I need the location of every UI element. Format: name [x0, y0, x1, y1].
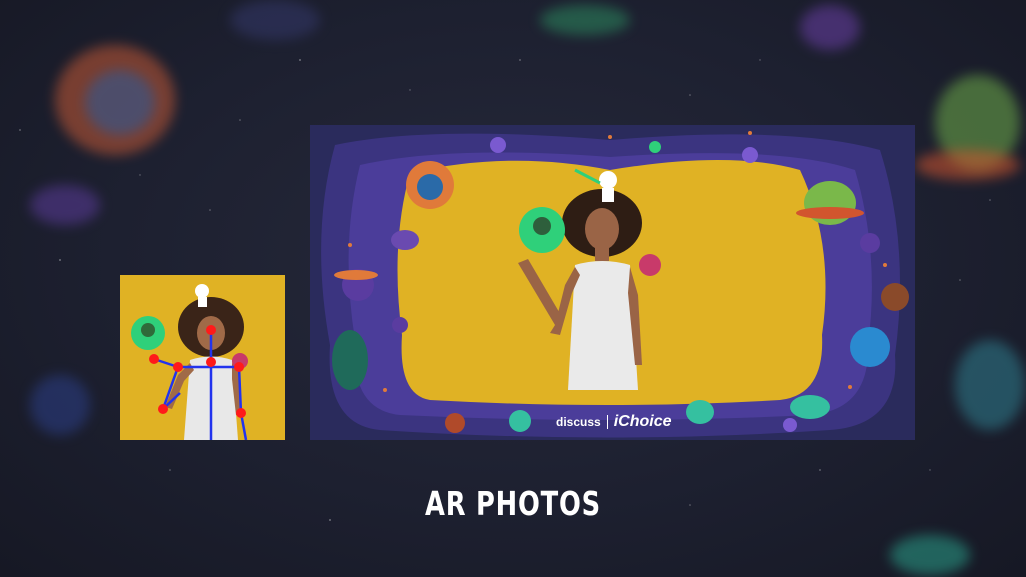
blue-planet-icon	[850, 327, 890, 367]
teal-blob-icon	[790, 395, 830, 419]
ar-photo-preview: discuss iChoice	[310, 125, 915, 440]
brand-logos: discuss iChoice	[556, 413, 672, 431]
pose-tracking-graphic	[120, 275, 285, 440]
discuss-logo: discuss	[556, 415, 601, 429]
astronaut-icon	[599, 171, 617, 189]
woman-top	[568, 261, 638, 390]
logo-divider	[606, 415, 608, 429]
shoulder-creature-icon	[639, 254, 661, 276]
page-title: AR PHOTOS	[424, 484, 601, 523]
brown-rock-icon	[881, 283, 909, 311]
woman-face	[585, 208, 619, 250]
teal-plant-icon	[332, 330, 368, 390]
pose-tracking-preview	[120, 275, 285, 440]
ar-photos-slide: discuss iChoice AR PHOTOS	[0, 0, 1026, 577]
ichoice-logo: iChoice	[613, 413, 672, 430]
ar-photo-graphic	[310, 125, 915, 440]
astronaut-icon	[195, 284, 209, 298]
